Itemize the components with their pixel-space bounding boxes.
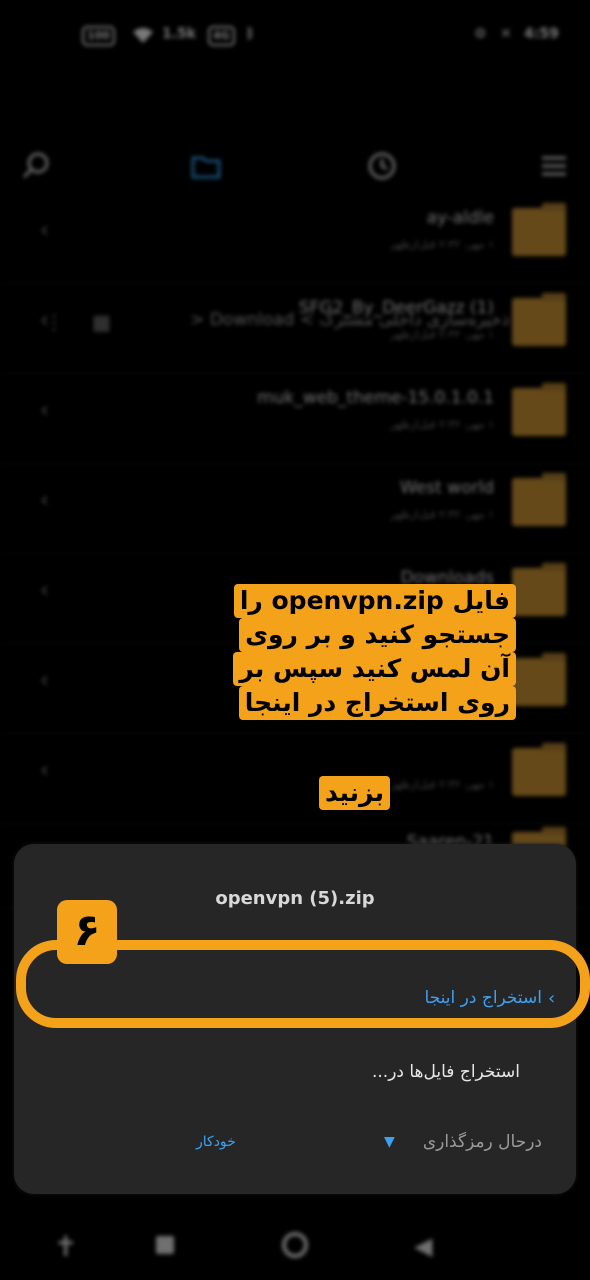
step-badge: ۶	[57, 900, 117, 964]
encoding-value[interactable]: خودکار	[196, 1134, 236, 1150]
extract-to-option[interactable]: استخراج فایل‌ها در...	[372, 1062, 520, 1082]
dropdown-caret-icon[interactable]: ▼	[384, 1134, 395, 1150]
callout-line: بزنید	[319, 776, 390, 810]
callout-line: فایل openvpn.zip را	[233, 584, 516, 618]
callout-line: روی استخراج در اینجا	[238, 686, 516, 720]
callout-line: جستجو کنید و بر روی	[239, 618, 516, 652]
callout-line: آن لمس کنید سپس بر	[233, 652, 516, 686]
encoding-label: درحال رمزگذاری	[422, 1132, 542, 1152]
